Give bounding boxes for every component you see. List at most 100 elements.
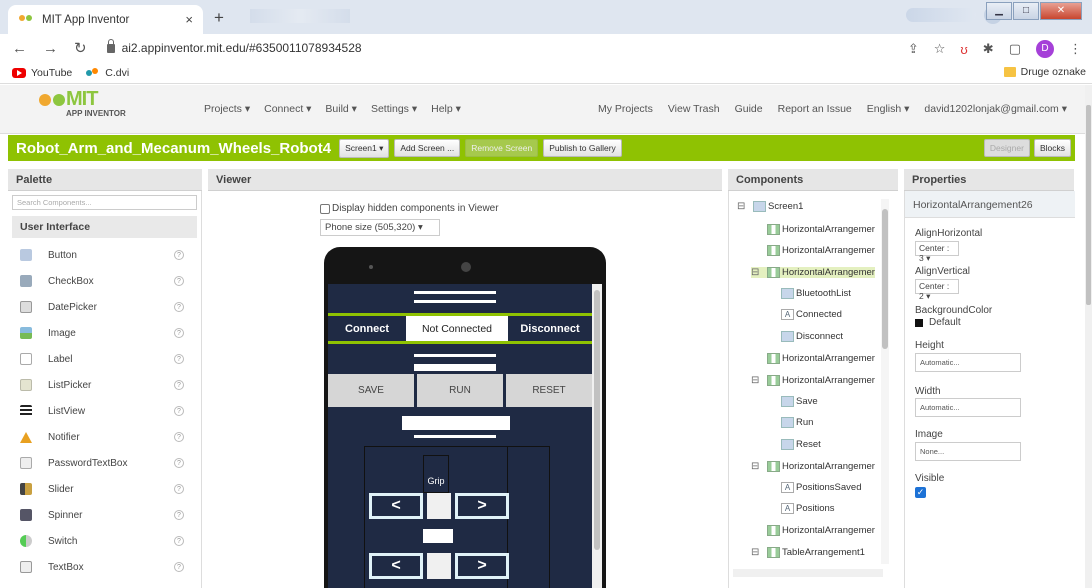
designer-button[interactable]: Designer <box>983 139 1030 157</box>
help-icon[interactable]: ? <box>174 536 184 546</box>
mit-app-inventor-logo[interactable]: MIT APP INVENTOR <box>36 88 126 118</box>
components-scrollbar[interactable] <box>881 199 889 564</box>
connect-button[interactable]: Connect <box>328 316 406 341</box>
help-icon[interactable]: ? <box>174 484 184 494</box>
joint-right-button[interactable]: > <box>455 553 509 579</box>
help-icon[interactable]: ? <box>174 380 184 390</box>
component-tree-item[interactable]: ⊟ Screen1 <box>737 201 803 212</box>
align-vertical-select[interactable]: Center : 2 ▾ <box>915 279 959 301</box>
background-color-value[interactable]: Default <box>929 317 961 328</box>
phone-size-select[interactable]: Phone size (505,320) ▾ <box>320 219 440 236</box>
maximize-button[interactable]: □ <box>1013 2 1039 20</box>
collapse-toggle-icon[interactable]: ⊟ <box>737 201 747 212</box>
help-icon[interactable]: ? <box>174 276 184 286</box>
grip-left-button[interactable]: < <box>369 493 423 519</box>
menu-kebab-icon[interactable]: ⋮ <box>1069 41 1082 57</box>
component-tree-item[interactable]: Run <box>781 417 813 428</box>
components-hscrollbar[interactable] <box>733 569 883 577</box>
help-icon[interactable]: ? <box>174 354 184 364</box>
component-tree-item[interactable]: ⊟ TableArrangement1 <box>751 547 865 558</box>
height-input[interactable]: Automatic... <box>915 353 1021 372</box>
component-tree-item[interactable]: Reset <box>781 439 821 450</box>
palette-item-notifier[interactable]: Notifier? <box>8 424 201 450</box>
publish-gallery-button[interactable]: Publish to Gallery <box>543 139 622 157</box>
phone-scrollbar[interactable] <box>592 284 602 588</box>
collapse-toggle-icon[interactable]: ⊟ <box>751 547 761 558</box>
scroll-thumb[interactable] <box>882 209 888 349</box>
palette-item-datepicker[interactable]: DatePicker? <box>8 294 201 320</box>
page-scrollbar[interactable] <box>1085 85 1092 588</box>
puzzle-icon[interactable]: ✱ <box>983 41 994 57</box>
add-screen-button[interactable]: Add Screen ... <box>394 139 461 157</box>
help-icon[interactable]: ? <box>174 302 184 312</box>
user-interface-category[interactable]: User Interface <box>12 216 197 238</box>
reload-icon[interactable]: ↻ <box>74 39 87 57</box>
account-menu[interactable]: david1202lonjak@gmail.com ▾ <box>924 103 1067 115</box>
remove-screen-button[interactable]: Remove Screen <box>465 139 539 157</box>
menu-settings[interactable]: Settings ▾ <box>371 103 417 115</box>
menu-projects[interactable]: Projects ▾ <box>204 103 250 115</box>
menu-help[interactable]: Help ▾ <box>431 103 461 115</box>
component-tree-item[interactable]: A PositionsSaved <box>781 482 861 493</box>
forward-arrow-icon[interactable]: → <box>43 40 58 57</box>
help-icon[interactable]: ? <box>174 458 184 468</box>
scroll-thumb[interactable] <box>594 290 600 550</box>
report-issue-link[interactable]: Report an Issue <box>778 103 852 115</box>
help-icon[interactable]: ? <box>174 432 184 442</box>
component-tree-item[interactable]: BluetoothList <box>781 288 851 299</box>
component-tree-item[interactable]: A Connected <box>781 309 842 320</box>
color-swatch[interactable] <box>915 319 923 327</box>
component-tree-item[interactable]: HorizontalArrangemer <box>767 224 875 235</box>
palette-item-button[interactable]: Button? <box>8 242 201 268</box>
my-projects-link[interactable]: My Projects <box>598 103 653 115</box>
browser-tab[interactable]: MIT App Inventor × <box>8 5 203 34</box>
width-input[interactable]: Automatic... <box>915 398 1021 417</box>
component-tree-item[interactable]: ⊟ HorizontalArrangemer <box>751 461 875 472</box>
url-field[interactable]: ai2.appinventor.mit.edu/#635001107893452… <box>106 38 362 55</box>
menu-connect[interactable]: Connect ▾ <box>264 103 311 115</box>
scroll-thumb[interactable] <box>1086 105 1091 305</box>
align-horizontal-select[interactable]: Center : 3 ▾ <box>915 241 959 263</box>
star-icon[interactable]: ☆ <box>934 41 946 57</box>
image-input[interactable]: None... <box>915 442 1021 461</box>
collapse-toggle-icon[interactable]: ⊟ <box>751 461 761 472</box>
profile-avatar[interactable]: D <box>1036 40 1054 58</box>
bookmark-youtube[interactable]: YouTube <box>12 67 72 79</box>
visible-checkbox[interactable]: ✓ <box>915 487 926 498</box>
palette-item-spinner[interactable]: Spinner? <box>8 502 201 528</box>
sidebar-icon[interactable]: ▢ <box>1009 41 1021 57</box>
palette-item-label[interactable]: Label? <box>8 346 201 372</box>
help-icon[interactable]: ? <box>174 562 184 572</box>
screen-select-button[interactable]: Screen1 ▾ <box>339 138 390 158</box>
joint-left-button[interactable]: < <box>369 553 423 579</box>
component-tree-item[interactable]: HorizontalArrangemer <box>767 245 875 256</box>
share-icon[interactable]: ⇪ <box>908 41 919 57</box>
component-tree-item[interactable]: ⊟ HorizontalArrangemer <box>751 267 875 278</box>
tab-close-icon[interactable]: × <box>185 12 193 27</box>
menu-build[interactable]: Build ▾ <box>325 103 357 115</box>
component-tree-item[interactable]: HorizontalArrangemer <box>767 525 875 536</box>
minimize-button[interactable]: ▁ <box>986 2 1012 20</box>
extension-icon[interactable]: ʊ <box>960 42 967 57</box>
component-tree-item[interactable]: HorizontalArrangemer <box>767 353 875 364</box>
run-button[interactable]: RUN <box>417 374 503 407</box>
help-icon[interactable]: ? <box>174 328 184 338</box>
help-icon[interactable]: ? <box>174 406 184 416</box>
display-hidden-checkbox[interactable]: Display hidden components in Viewer <box>320 203 499 214</box>
component-tree-item[interactable]: Disconnect <box>781 331 843 342</box>
language-menu[interactable]: English ▾ <box>867 103 910 115</box>
close-window-button[interactable]: ✕ <box>1040 2 1082 20</box>
palette-item-slider[interactable]: Slider? <box>8 476 201 502</box>
reset-button[interactable]: RESET <box>506 374 592 407</box>
help-icon[interactable]: ? <box>174 510 184 520</box>
save-button[interactable]: SAVE <box>328 374 414 407</box>
grip-right-button[interactable]: > <box>455 493 509 519</box>
back-arrow-icon[interactable]: ← <box>12 40 27 57</box>
disconnect-button[interactable]: Disconnect <box>508 316 592 341</box>
guide-link[interactable]: Guide <box>735 103 763 115</box>
blocks-button[interactable]: Blocks <box>1033 139 1071 157</box>
palette-item-textbox[interactable]: TextBox? <box>8 554 201 580</box>
palette-item-switch[interactable]: Switch? <box>8 528 201 554</box>
component-tree-item[interactable]: Save <box>781 396 818 407</box>
component-tree-item[interactable]: ⊟ HorizontalArrangemer <box>751 375 875 386</box>
